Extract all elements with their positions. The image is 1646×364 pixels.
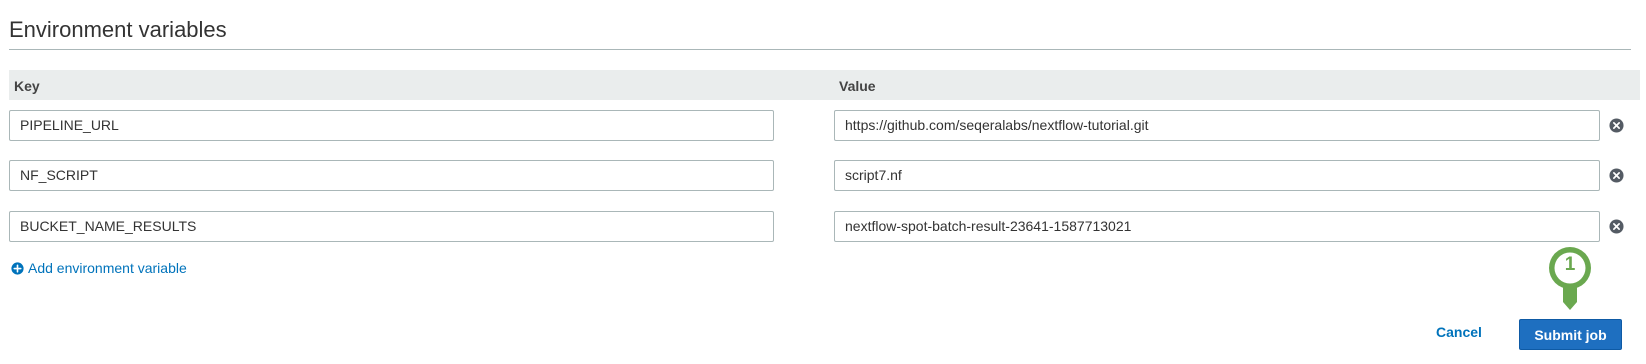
key-input[interactable]: PIPELINE_URL — [9, 110, 774, 141]
key-input[interactable]: NF_SCRIPT — [9, 160, 774, 191]
cancel-button[interactable]: Cancel — [1436, 324, 1482, 340]
remove-icon[interactable] — [1609, 219, 1624, 234]
remove-icon[interactable] — [1609, 168, 1624, 183]
value-input[interactable]: nextflow-spot-batch-result-23641-1587713… — [834, 211, 1600, 242]
section-title: Environment variables — [9, 17, 227, 42]
table-header: Key Value — [9, 70, 1640, 100]
plus-circle-icon — [11, 261, 24, 275]
step-callout-number: 1 — [1564, 254, 1576, 275]
add-environment-variable-link[interactable]: Add environment variable — [11, 260, 187, 276]
key-input[interactable]: BUCKET_NAME_RESULTS — [9, 211, 774, 242]
value-input[interactable]: script7.nf — [834, 160, 1600, 191]
title-divider — [9, 49, 1631, 50]
key-column-header: Key — [14, 78, 40, 94]
remove-icon[interactable] — [1609, 118, 1624, 133]
add-environment-variable-label: Add environment variable — [28, 260, 187, 276]
value-column-header: Value — [839, 78, 876, 94]
submit-job-button[interactable]: Submit job — [1519, 319, 1622, 350]
value-input[interactable]: https://github.com/seqeralabs/nextflow-t… — [834, 110, 1600, 141]
